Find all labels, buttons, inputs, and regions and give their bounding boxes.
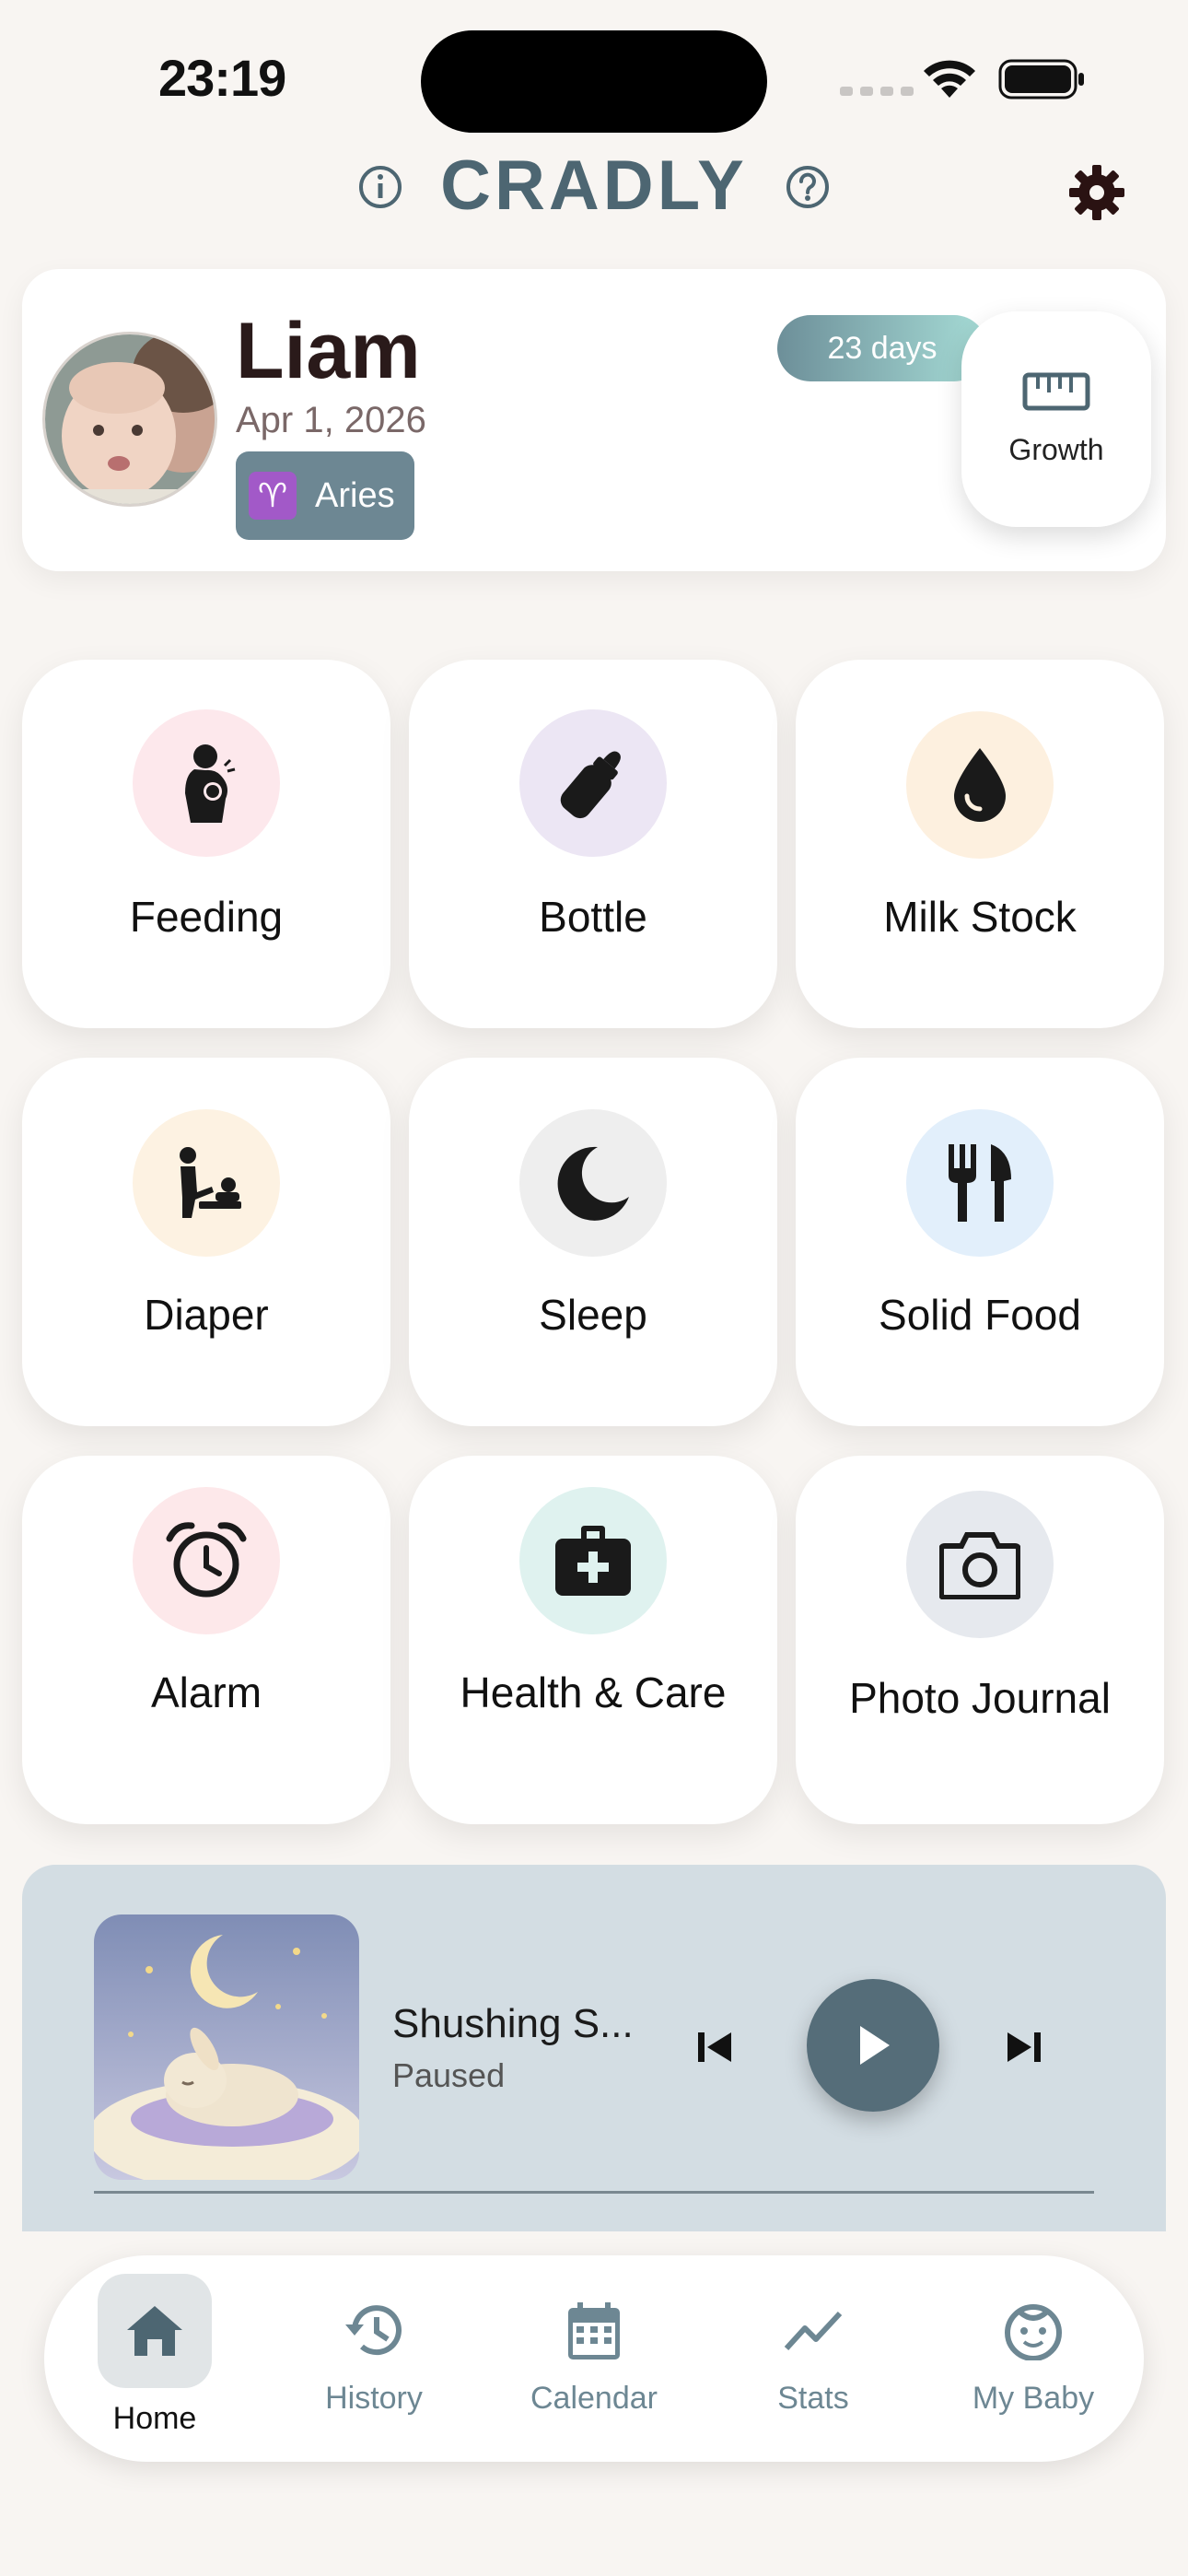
tile-solid-food[interactable]: Solid Food bbox=[796, 1058, 1164, 1426]
ruler-icon bbox=[1022, 372, 1090, 410]
tile-label: Feeding bbox=[129, 893, 284, 941]
tile-label: Diaper bbox=[144, 1291, 269, 1339]
age-badge: 23 days bbox=[777, 315, 987, 381]
track-status: Paused bbox=[392, 2056, 506, 2094]
tile-health-circle bbox=[519, 1487, 667, 1634]
tile-solid-circle bbox=[906, 1109, 1054, 1257]
tile-milk-circle bbox=[906, 711, 1054, 859]
baby-face-icon bbox=[976, 2274, 1090, 2388]
milk-drop-icon bbox=[954, 748, 1006, 822]
nav-label: My Baby bbox=[972, 2381, 1095, 2416]
playback-progress-bar[interactable] bbox=[94, 2191, 1094, 2194]
tile-milk-stock[interactable]: Milk Stock bbox=[796, 660, 1164, 1028]
baby-bottle-icon bbox=[560, 751, 621, 819]
moon-icon bbox=[557, 1146, 629, 1221]
nav-label: Home bbox=[112, 2401, 197, 2436]
alarm-clock-icon bbox=[166, 1522, 247, 1598]
sound-player: Shushing S... Paused bbox=[22, 1865, 1166, 2231]
tile-feeding-circle bbox=[133, 709, 280, 857]
tile-photo-circle bbox=[906, 1491, 1054, 1638]
tile-photo-journal[interactable]: Photo Journal bbox=[796, 1456, 1164, 1824]
signal-icon bbox=[840, 87, 914, 96]
baby-name: Liam bbox=[236, 307, 421, 395]
tile-health-care[interactable]: Health & Care bbox=[409, 1456, 777, 1824]
tile-sleep-circle bbox=[519, 1109, 667, 1257]
tile-label: Health & Care bbox=[460, 1669, 727, 1716]
breastfeeding-icon bbox=[185, 744, 236, 823]
tile-label: Solid Food bbox=[879, 1291, 1081, 1339]
birth-date: Apr 1, 2026 bbox=[236, 400, 426, 440]
settings-gear-icon[interactable] bbox=[1066, 162, 1127, 223]
home-icon bbox=[98, 2274, 212, 2388]
tile-diaper[interactable]: Diaper bbox=[22, 1058, 390, 1426]
play-icon bbox=[860, 2026, 890, 2065]
aries-icon: ♈ bbox=[249, 472, 297, 520]
growth-button[interactable]: Growth bbox=[961, 311, 1151, 527]
calendar-icon bbox=[537, 2274, 651, 2388]
next-track-icon[interactable] bbox=[1004, 2027, 1044, 2067]
nav-label: Calendar bbox=[530, 2381, 658, 2416]
tile-label: Milk Stock bbox=[883, 893, 1077, 941]
tile-diaper-circle bbox=[133, 1109, 280, 1257]
nav-label: History bbox=[325, 2381, 423, 2416]
tile-label: Photo Journal bbox=[849, 1674, 1111, 1722]
play-button[interactable] bbox=[807, 1979, 939, 2112]
medical-kit-icon bbox=[555, 1526, 631, 1596]
baby-profile-card[interactable]: Liam Apr 1, 2026 ♈ Aries 23 days Growth bbox=[22, 269, 1166, 571]
dynamic-island bbox=[421, 30, 767, 133]
fork-knife-icon bbox=[949, 1144, 1011, 1222]
tile-alarm-circle bbox=[133, 1487, 280, 1634]
status-time: 23:19 bbox=[158, 49, 286, 107]
track-cover-art[interactable] bbox=[94, 1914, 359, 2180]
tile-bottle-circle bbox=[519, 709, 667, 857]
tile-alarm[interactable]: Alarm bbox=[22, 1456, 390, 1824]
wifi-icon bbox=[924, 60, 975, 98]
battery-icon bbox=[998, 59, 1084, 100]
history-icon bbox=[317, 2274, 431, 2388]
tile-feeding[interactable]: Feeding bbox=[22, 660, 390, 1028]
nav-history[interactable]: History bbox=[282, 2255, 466, 2462]
camera-icon bbox=[939, 1532, 1020, 1599]
tile-sleep[interactable]: Sleep bbox=[409, 1058, 777, 1426]
growth-label: Growth bbox=[1008, 432, 1104, 466]
app-title: CRADLY bbox=[440, 146, 748, 225]
nav-stats[interactable]: Stats bbox=[721, 2255, 905, 2462]
tile-bottle[interactable]: Bottle bbox=[409, 660, 777, 1028]
baby-avatar[interactable] bbox=[42, 332, 217, 507]
zodiac-badge: ♈ Aries bbox=[236, 451, 414, 540]
help-icon[interactable] bbox=[785, 164, 831, 210]
tile-label: Sleep bbox=[539, 1291, 647, 1339]
nav-label: Stats bbox=[777, 2381, 849, 2416]
tile-label: Bottle bbox=[539, 893, 647, 941]
nav-home[interactable]: Home bbox=[63, 2255, 247, 2462]
track-title: Shushing S... bbox=[392, 2001, 634, 2046]
stats-icon bbox=[756, 2274, 870, 2388]
bottom-navigation: Home History Calendar Stats My Baby bbox=[44, 2255, 1144, 2462]
nav-calendar[interactable]: Calendar bbox=[502, 2255, 686, 2462]
diaper-change-icon bbox=[180, 1147, 241, 1218]
tile-label: Alarm bbox=[150, 1669, 262, 1716]
zodiac-label: Aries bbox=[315, 475, 395, 515]
previous-track-icon[interactable] bbox=[694, 2027, 735, 2067]
nav-my-baby[interactable]: My Baby bbox=[941, 2255, 1125, 2462]
